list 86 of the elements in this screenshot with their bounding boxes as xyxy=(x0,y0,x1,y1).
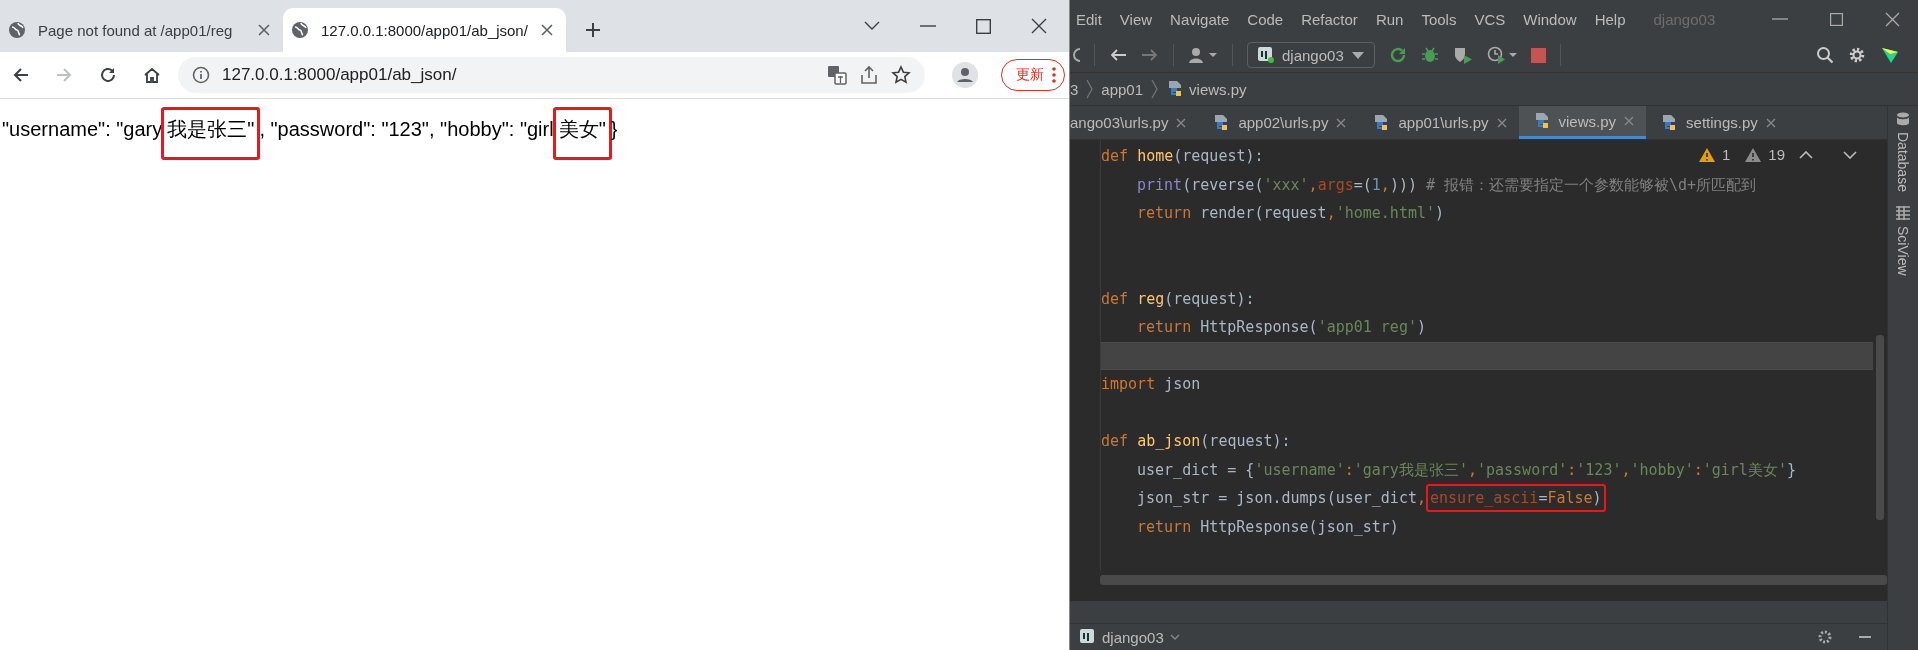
chevron-right-icon xyxy=(1086,79,1094,99)
rerun-icon[interactable] xyxy=(1388,46,1407,64)
close-icon[interactable] xyxy=(1031,18,1047,34)
django-icon xyxy=(1080,629,1096,645)
browser-tab[interactable]: 127.0.0.1:8000/app01/ab_json/ xyxy=(283,8,566,52)
code-line: import json xyxy=(1101,374,1201,395)
reload-icon[interactable] xyxy=(99,66,117,84)
toolbox-logo-icon[interactable] xyxy=(1880,45,1900,65)
scrollbar[interactable] xyxy=(1876,335,1884,520)
maximize-icon[interactable] xyxy=(1830,12,1843,26)
code-line: def ab_json(request): xyxy=(1101,431,1291,452)
globe-icon xyxy=(291,21,309,39)
menu-item[interactable]: View xyxy=(1119,10,1153,28)
more-icon xyxy=(1052,67,1056,83)
close-icon[interactable] xyxy=(257,23,271,37)
settings-icon[interactable] xyxy=(1848,46,1866,64)
share-icon[interactable] xyxy=(859,65,879,85)
stop-icon[interactable] xyxy=(1530,47,1546,63)
code-line: print(reverse('xxx',args=(1,))) # 报错：还需要指定一个参数能够被\d+所匹配到 xyxy=(1137,174,1757,196)
editor-tab[interactable]: app01\urls.py xyxy=(1358,106,1519,139)
address-bar[interactable]: 127.0.0.1:8000/app01/ab_json/ xyxy=(178,57,925,93)
menu-item[interactable]: Edit xyxy=(1076,10,1102,28)
menu-item[interactable]: Run xyxy=(1375,10,1404,28)
scrollbar[interactable] xyxy=(1100,575,1887,585)
profiler-icon[interactable] xyxy=(1486,46,1517,64)
code-line: return HttpResponse(json_str) xyxy=(1137,516,1399,538)
caret-icon xyxy=(1351,51,1364,59)
maximize-icon[interactable] xyxy=(976,18,991,34)
bug-icon[interactable] xyxy=(1420,46,1439,64)
translate-icon[interactable] xyxy=(827,65,847,85)
json-response-text: "username": "gary xyxy=(2,118,163,141)
breadcrumb-item[interactable]: views.py xyxy=(1189,80,1247,98)
tool-window-tab[interactable]: Database xyxy=(1895,132,1911,192)
globe-icon xyxy=(8,21,26,39)
user-dropdown-icon[interactable] xyxy=(1188,46,1218,64)
chevron-down-icon[interactable] xyxy=(1843,150,1857,159)
run-configuration-dropdown[interactable]: django03 xyxy=(1247,42,1375,68)
highlighted-text: 我是张三" xyxy=(161,107,261,160)
tool-window-tab[interactable]: SciView xyxy=(1895,225,1911,276)
menu-item[interactable]: Code xyxy=(1247,10,1284,28)
sync-icon[interactable] xyxy=(1070,46,1080,64)
warning-count: 1 xyxy=(1721,146,1731,163)
close-icon[interactable] xyxy=(1885,11,1900,27)
warning-count: 19 xyxy=(1768,146,1785,163)
code-line: return render(request,'home.html') xyxy=(1137,203,1445,224)
tool-window-tab[interactable]: django03 xyxy=(1102,628,1164,646)
highlighted-text: 美女" xyxy=(552,107,612,160)
menu-item[interactable]: Help xyxy=(1594,10,1626,28)
code-line: return HttpResponse('app01 reg') xyxy=(1137,317,1426,338)
code-line: def home(request): xyxy=(1101,146,1264,167)
settings-icon[interactable] xyxy=(1817,629,1833,645)
editor-tab[interactable]: ango03\urls.py xyxy=(1070,106,1199,139)
forward-icon[interactable] xyxy=(1141,47,1159,63)
chevron-down-icon[interactable] xyxy=(864,21,880,31)
grid-icon xyxy=(1896,205,1910,220)
avatar-icon[interactable] xyxy=(952,62,978,88)
menu-item[interactable]: Tools xyxy=(1421,10,1457,28)
coverage-icon[interactable] xyxy=(1452,46,1473,64)
menu-item[interactable]: Navigate xyxy=(1170,10,1230,28)
breadcrumb-item[interactable]: 3 xyxy=(1070,80,1079,98)
plus-icon[interactable] xyxy=(584,21,602,39)
info-icon xyxy=(192,66,210,84)
code-line: def reg(request): xyxy=(1101,288,1255,310)
chevron-right-icon xyxy=(1151,79,1159,99)
breadcrumb-item[interactable]: app01 xyxy=(1101,80,1144,98)
highlighted-code: ensure_ascii=False) xyxy=(1426,484,1606,513)
star-icon[interactable] xyxy=(891,65,911,85)
home-icon[interactable] xyxy=(143,66,161,84)
editor-tab[interactable]: app02\urls.py xyxy=(1198,106,1359,139)
update-button[interactable]: 更新 xyxy=(1001,59,1065,91)
menu-item[interactable]: VCS xyxy=(1474,10,1506,28)
chevron-up-icon[interactable] xyxy=(1799,150,1813,159)
back-icon[interactable] xyxy=(1109,47,1127,63)
close-icon[interactable] xyxy=(540,23,554,37)
search-icon[interactable] xyxy=(1816,46,1834,64)
back-icon[interactable] xyxy=(13,67,29,83)
database-icon xyxy=(1896,112,1910,126)
menu-item[interactable]: Refactor xyxy=(1301,10,1358,28)
json-response-text: , "password": "123", "hobby": "girl xyxy=(259,118,554,141)
code-line: json_str = json.dumps(user_dict, xyxy=(1137,488,1426,509)
django-icon xyxy=(1258,47,1274,63)
browser-tab[interactable]: Page not found at /app01/reg xyxy=(0,8,283,52)
editor-tab[interactable]: views.py xyxy=(1518,106,1647,139)
code-line: user_dict = {'username':'gary我是张三','password':'123','hobby':'girl美女'} xyxy=(1137,459,1796,481)
editor-tab[interactable]: settings.py xyxy=(1646,106,1788,139)
menu-item[interactable]: Window xyxy=(1523,10,1577,28)
